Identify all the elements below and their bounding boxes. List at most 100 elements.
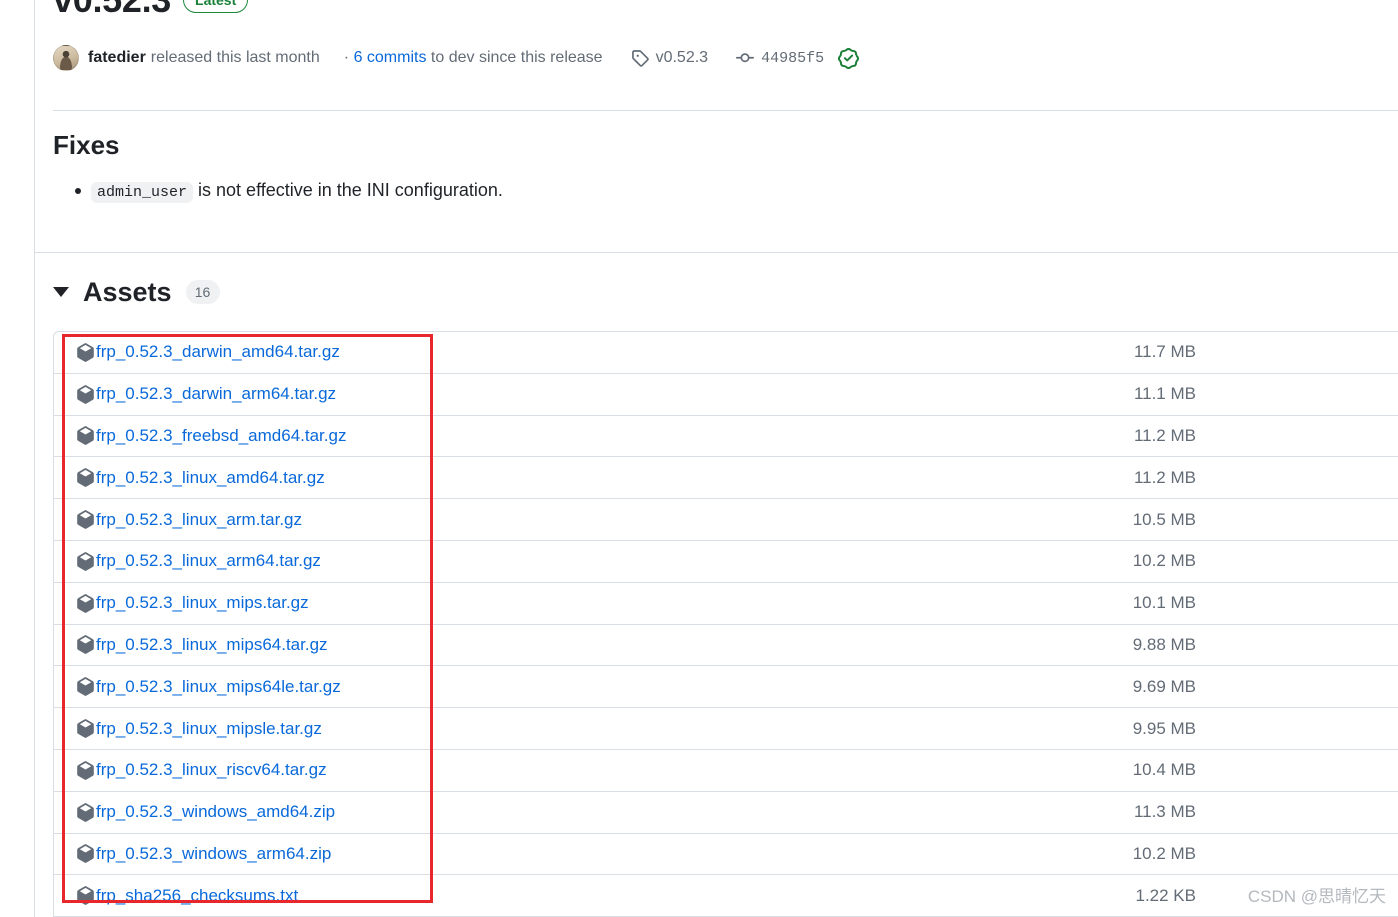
asset-size: 10.2 MB xyxy=(1132,843,1196,863)
commit-icon xyxy=(736,49,755,67)
package-icon xyxy=(76,844,95,864)
release-page: v0.52.3 Latest fatedier released this la… xyxy=(0,0,1398,917)
asset-size: 11.2 MB xyxy=(1133,467,1196,487)
meta-separator-dot: · xyxy=(343,49,350,66)
released-text: released this last month xyxy=(150,49,320,66)
asset-size: 11.7 MB xyxy=(1133,342,1196,362)
inline-code: admin_user xyxy=(91,182,194,203)
asset-download-link[interactable]: frp_0.52.3_linux_arm64.tar.gz xyxy=(96,551,321,571)
package-icon xyxy=(76,761,95,780)
avatar[interactable] xyxy=(53,45,79,71)
assets-count-badge: 16 xyxy=(185,280,220,304)
asset-download-link[interactable]: frp_0.52.3_linux_mipsle.tar.gz xyxy=(96,719,322,739)
commits-info: · 6 commits to dev since this release xyxy=(344,49,603,67)
asset-download-link[interactable]: frp_0.52.3_linux_mips64.tar.gz xyxy=(96,635,328,655)
latest-badge: Latest xyxy=(183,0,249,13)
table-row[interactable]: frp_0.52.3_linux_mips.tar.gz 10.1 MB xyxy=(54,583,1398,625)
package-icon xyxy=(76,593,95,613)
commits-suffix: to dev since this release xyxy=(430,49,603,66)
asset-size: 10.4 MB xyxy=(1132,760,1196,780)
asset-download-link[interactable]: frp_0.52.3_linux_riscv64.tar.gz xyxy=(96,760,327,780)
asset-size: 9.69 MB xyxy=(1132,676,1196,696)
asset-download-link[interactable]: frp_sha256_checksums.txt xyxy=(96,886,298,906)
table-row[interactable]: frp_0.52.3_linux_mipsle.tar.gz 9.95 MB xyxy=(54,708,1398,750)
asset-download-link[interactable]: frp_0.52.3_windows_amd64.zip xyxy=(96,802,335,822)
asset-size: 9.95 MB xyxy=(1132,718,1196,738)
table-row[interactable]: frp_0.52.3_linux_riscv64.tar.gz 10.4 MB xyxy=(54,750,1398,792)
commits-link[interactable]: 6 commits xyxy=(354,49,427,66)
tag-name: v0.52.3 xyxy=(655,49,709,66)
table-row[interactable]: frp_0.52.3_windows_amd64.zip 11.3 MB xyxy=(54,792,1398,834)
table-row[interactable]: frp_0.52.3_linux_mips64le.tar.gz 9.69 MB xyxy=(54,666,1398,709)
package-icon xyxy=(76,510,95,529)
notes-list: admin_user is not effective in the INI c… xyxy=(53,176,1378,207)
body-top-divider xyxy=(53,110,1398,111)
asset-name-cell: frp_0.52.3_linux_mipsle.tar.gz xyxy=(76,719,1086,739)
asset-name-cell: frp_sha256_checksums.txt xyxy=(76,886,1086,906)
asset-name-cell: frp_0.52.3_windows_amd64.zip xyxy=(76,802,1086,822)
table-row[interactable]: frp_0.52.3_linux_arm64.tar.gz 10.2 MB xyxy=(54,541,1398,583)
asset-name-cell: frp_0.52.3_linux_arm64.tar.gz xyxy=(76,551,1086,571)
asset-name-cell: frp_0.52.3_linux_mips64le.tar.gz xyxy=(76,677,1086,697)
asset-size: 11.1 MB xyxy=(1133,384,1196,404)
package-icon xyxy=(76,552,95,571)
release-notes: Fixes admin_user is not effective in the… xyxy=(53,128,1378,207)
assets-title: Assets xyxy=(83,277,172,307)
table-row[interactable]: frp_0.52.3_freebsd_amd64.tar.gz 11.2 MB xyxy=(54,416,1398,458)
asset-name-cell: frp_0.52.3_windows_arm64.zip xyxy=(76,844,1086,864)
assets-top-divider xyxy=(34,252,1398,253)
package-icon xyxy=(76,635,95,655)
asset-size: 10.5 MB xyxy=(1132,509,1196,529)
asset-name-cell: frp_0.52.3_darwin_arm64.tar.gz xyxy=(76,384,1086,404)
table-row[interactable]: frp_0.52.3_windows_arm64.zip 10.2 MB xyxy=(54,834,1398,876)
asset-download-link[interactable]: frp_0.52.3_darwin_amd64.tar.gz xyxy=(96,342,340,362)
release-header: v0.52.3 Latest xyxy=(53,0,249,22)
asset-size: 1.22 KB xyxy=(1135,885,1197,905)
asset-size: 9.88 MB xyxy=(1132,634,1196,654)
tag-icon xyxy=(631,49,649,67)
table-row[interactable]: frp_sha256_checksums.txt 1.22 KB xyxy=(54,875,1398,917)
asset-download-link[interactable]: frp_0.52.3_darwin_arm64.tar.gz xyxy=(96,384,336,404)
watermark: CSDN @思晴忆天 xyxy=(1247,887,1386,906)
asset-download-link[interactable]: frp_0.52.3_linux_arm.tar.gz xyxy=(96,510,302,530)
asset-name-cell: frp_0.52.3_linux_arm.tar.gz xyxy=(76,510,1086,530)
asset-download-link[interactable]: frp_0.52.3_linux_amd64.tar.gz xyxy=(96,468,325,488)
asset-size: 10.2 MB xyxy=(1132,551,1196,571)
asset-name-cell: frp_0.52.3_linux_mips.tar.gz xyxy=(76,593,1086,613)
package-icon xyxy=(76,343,95,362)
package-icon xyxy=(76,384,95,404)
asset-name-cell: frp_0.52.3_darwin_amd64.tar.gz xyxy=(76,342,1086,362)
package-icon xyxy=(76,719,95,738)
tag-chip[interactable]: v0.52.3 xyxy=(631,49,708,67)
list-item-text: is not effective in the INI configuratio… xyxy=(198,180,503,200)
author-name[interactable]: fatedier xyxy=(88,49,146,67)
package-icon xyxy=(76,468,95,488)
page-title: v0.52.3 xyxy=(53,0,171,22)
asset-download-link[interactable]: frp_0.52.3_linux_mips.tar.gz xyxy=(96,593,309,613)
table-row[interactable]: frp_0.52.3_darwin_arm64.tar.gz 11.1 MB xyxy=(54,374,1398,416)
assets-list: frp_0.52.3_darwin_amd64.tar.gz 11.7 MB frp… xyxy=(53,331,1398,917)
package-icon xyxy=(76,677,95,697)
table-row[interactable]: frp_0.52.3_linux_amd64.tar.gz 11.2 MB xyxy=(54,457,1398,500)
caret-down-icon[interactable] xyxy=(53,287,69,297)
asset-name-cell: frp_0.52.3_linux_riscv64.tar.gz xyxy=(76,760,1086,780)
table-row[interactable]: frp_0.52.3_darwin_amd64.tar.gz 11.7 MB xyxy=(54,332,1398,374)
verified-check-icon[interactable] xyxy=(838,47,860,69)
package-icon xyxy=(76,886,95,906)
asset-name-cell: frp_0.52.3_linux_amd64.tar.gz xyxy=(76,468,1086,488)
table-row[interactable]: frp_0.52.3_linux_arm.tar.gz 10.5 MB xyxy=(54,499,1398,541)
release-meta-row: fatedier released this last month · 6 co… xyxy=(53,44,860,72)
asset-download-link[interactable]: frp_0.52.3_freebsd_amd64.tar.gz xyxy=(96,426,346,446)
commit-chip[interactable]: 44985f5 xyxy=(736,49,824,67)
asset-download-link[interactable]: frp_0.52.3_linux_mips64le.tar.gz xyxy=(96,677,341,697)
package-icon xyxy=(76,802,95,822)
asset-download-link[interactable]: frp_0.52.3_windows_arm64.zip xyxy=(96,844,331,864)
notes-heading: Fixes xyxy=(53,130,120,160)
list-item: admin_user is not effective in the INI c… xyxy=(53,176,1378,207)
commit-hash: 44985f5 xyxy=(761,49,825,67)
table-row[interactable]: frp_0.52.3_linux_mips64.tar.gz 9.88 MB xyxy=(54,625,1398,667)
asset-name-cell: frp_0.52.3_freebsd_amd64.tar.gz xyxy=(76,426,1086,446)
package-icon xyxy=(76,426,95,446)
asset-size: 11.3 MB xyxy=(1133,802,1196,822)
assets-header[interactable]: Assets 16 xyxy=(53,276,220,308)
